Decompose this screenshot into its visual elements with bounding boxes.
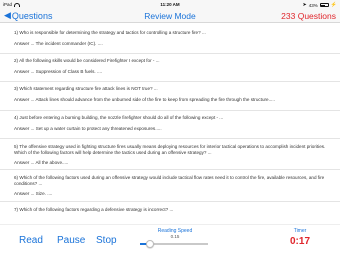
- read-button[interactable]: Read: [19, 235, 43, 246]
- charging-icon: ⚡: [330, 2, 337, 8]
- question-list[interactable]: 1) Who is responsible for determining th…: [0, 24, 340, 224]
- answer-text: Answer ... The incident commander (IC). …: [14, 41, 103, 46]
- list-item[interactable]: 6) Which of the following factors used d…: [14, 175, 329, 197]
- status-bar: iPad 11:20 AM ➤ 43% ⚡: [0, 0, 340, 9]
- answer-text: Answer ... Set up a water curtain to pro…: [14, 126, 162, 131]
- timer-label: Timer: [293, 228, 307, 234]
- question-text: 1) Who is responsible for determining th…: [14, 30, 206, 35]
- status-time: 11:20 AM: [160, 2, 180, 7]
- reading-speed-slider[interactable]: [140, 239, 208, 248]
- question-text: 4) Just before entering a burning buildi…: [14, 115, 224, 120]
- question-count: 233 Questions: [281, 10, 336, 21]
- stop-button[interactable]: Stop: [96, 235, 117, 246]
- reading-controls: Read Pause Stop Reading Speed 0.15 Timer…: [0, 224, 340, 255]
- reading-speed-value: 0.15: [170, 234, 180, 239]
- divider: [0, 169, 340, 170]
- list-item[interactable]: 2) All the following skills would be con…: [14, 58, 329, 75]
- divider: [0, 53, 340, 54]
- answer-text: Answer ... Suppression of Class B fuels.…: [14, 69, 103, 74]
- status-right: ➤ 43% ⚡: [303, 2, 337, 8]
- answer-text: Answer ... All the above.....: [14, 160, 69, 165]
- list-item[interactable]: 5) The offensive strategy used in fighti…: [14, 144, 329, 166]
- location-icon: ➤: [302, 2, 307, 8]
- question-text: 2) All the following skills would be con…: [14, 58, 160, 63]
- slider-thumb[interactable]: [146, 239, 155, 248]
- question-text: 7) Which of the following factors regard…: [14, 207, 174, 212]
- pause-button[interactable]: Pause: [57, 235, 85, 246]
- battery-percent: 43%: [308, 2, 318, 8]
- divider: [0, 138, 340, 139]
- answer-text: Answer ... Attack lines should advance f…: [14, 97, 275, 102]
- list-item[interactable]: 4) Just before entering a burning buildi…: [14, 115, 329, 132]
- list-item[interactable]: 7) Which of the following factors regard…: [14, 207, 329, 218]
- divider: [0, 110, 340, 111]
- question-text: 3) Which statement regarding structure f…: [14, 86, 158, 91]
- divider: [0, 201, 340, 202]
- answer-text: Answer ... Size. ....: [14, 191, 53, 196]
- divider: [0, 81, 340, 82]
- list-item[interactable]: 1) Who is responsible for determining th…: [14, 30, 329, 47]
- navigation-bar: ◀ Questions Review Mode 233 Questions: [0, 9, 340, 23]
- timer-value: 0:17: [289, 236, 310, 247]
- question-text: 5) The offensive strategy used in fighti…: [14, 144, 326, 155]
- question-text: 6) Which of the following factors used d…: [14, 175, 325, 186]
- battery-icon: [319, 3, 329, 7]
- list-item[interactable]: 3) Which statement regarding structure f…: [14, 86, 329, 103]
